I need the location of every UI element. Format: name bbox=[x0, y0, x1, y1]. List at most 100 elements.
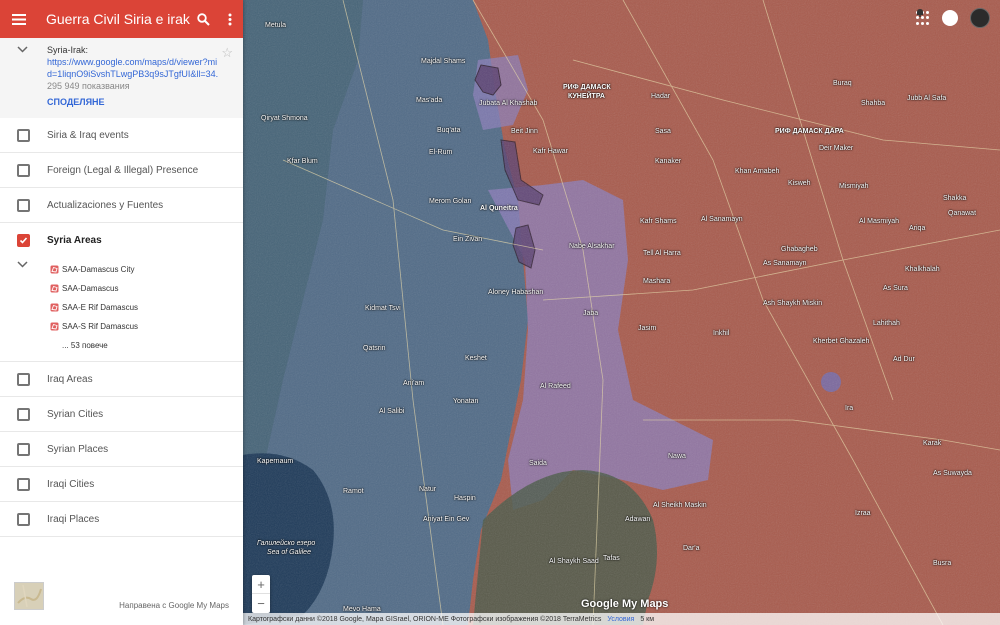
map-label: Kanaker bbox=[655, 158, 682, 165]
layer-checkbox[interactable] bbox=[17, 478, 30, 491]
header-bar: Guerra Civil Siria e irak bbox=[0, 0, 243, 38]
map-label: Izraa bbox=[855, 510, 871, 517]
layer-iraqi-cities[interactable]: Iraqi Cities bbox=[0, 467, 243, 502]
layer-iraq-areas[interactable]: Iraq Areas bbox=[0, 362, 243, 397]
map-label: Ghabagheb bbox=[781, 246, 818, 253]
layer-label: Syria Areas bbox=[47, 235, 102, 246]
map-label: Yonatan bbox=[453, 398, 479, 405]
notifications-bell-icon[interactable] bbox=[917, 9, 958, 26]
layer-label: Syrian Places bbox=[47, 443, 109, 455]
map-label: Ramot bbox=[343, 488, 364, 495]
map-label: Kherbet Ghazaleh bbox=[813, 338, 870, 345]
layer-label: Iraq Areas bbox=[47, 373, 93, 385]
zoom-out-button[interactable]: − bbox=[252, 594, 270, 613]
layer-checkbox[interactable] bbox=[17, 443, 30, 456]
map-label: РИФ ДАМАСК bbox=[563, 84, 611, 91]
map-label: Ani'am bbox=[403, 380, 425, 387]
layer-label: Iraqi Places bbox=[47, 513, 100, 525]
menu-button[interactable] bbox=[0, 0, 38, 38]
search-button[interactable] bbox=[190, 0, 217, 38]
map-label: Hadar bbox=[651, 93, 671, 100]
map-label: Ad Dur bbox=[893, 356, 915, 363]
layer-checkbox[interactable] bbox=[17, 199, 30, 212]
layer-iraqi-places[interactable]: Iraqi Places bbox=[0, 502, 243, 537]
map-label: Jubata Al Khashab bbox=[479, 100, 538, 107]
show-more-link[interactable]: ... 53 повече bbox=[0, 336, 243, 355]
map-description-name: Syria-Irak: bbox=[47, 45, 89, 55]
map-label: Sasa bbox=[655, 128, 671, 135]
polygon-icon bbox=[50, 265, 59, 274]
map-info-section: ☆ Syria-Irak: https://www.google.com/map… bbox=[0, 38, 243, 118]
map-label: Metula bbox=[265, 22, 287, 29]
map-label: Saida bbox=[529, 460, 547, 467]
syria-areas-items: SAA-Damascus City SAA-Damascus SAA-E Rif… bbox=[0, 258, 243, 362]
app-root: Guerra Civil Siria e irak ☆ Syria-Irak: … bbox=[0, 0, 1000, 625]
star-icon[interactable]: ☆ bbox=[221, 45, 233, 61]
map-label: Natur bbox=[419, 486, 437, 493]
map-label: Jaba bbox=[583, 310, 599, 317]
map-attribution-bar: Картографски данни ©2018 Google, Mapa GI… bbox=[243, 613, 1000, 625]
layer-syrian-cities[interactable]: Syrian Cities bbox=[0, 397, 243, 432]
layer-checkbox[interactable] bbox=[17, 408, 30, 421]
map-label: Haspin bbox=[454, 495, 476, 502]
list-item[interactable]: SAA-Damascus bbox=[0, 279, 243, 298]
map-label: Al Masmiyah bbox=[859, 218, 900, 225]
map-label: Kfar Blum bbox=[287, 158, 318, 165]
map-label: Mevo Hama bbox=[343, 606, 381, 613]
hamburger-icon bbox=[11, 13, 26, 25]
map-label: Nabe Alsakhar bbox=[569, 243, 615, 250]
user-avatar[interactable] bbox=[970, 8, 990, 28]
made-with-credit[interactable]: Направена с Google My Maps bbox=[119, 601, 229, 610]
map-label: Галилейско езеро bbox=[257, 540, 316, 547]
expand-chevron-icon[interactable] bbox=[17, 261, 28, 268]
map-label: Jasim bbox=[638, 325, 657, 332]
map-label: Busra bbox=[933, 560, 952, 567]
more-options-button[interactable] bbox=[216, 0, 243, 38]
layer-siria-iraq-events[interactable]: Siria & Iraq events bbox=[0, 118, 243, 153]
map-label: Beit Jinn bbox=[511, 128, 538, 135]
terms-link[interactable]: Условия bbox=[607, 616, 634, 623]
map-label: Sea of Galilee bbox=[267, 549, 311, 556]
layer-syria-areas[interactable]: Syria Areas bbox=[0, 223, 243, 258]
layer-checkbox[interactable] bbox=[17, 129, 30, 142]
list-item[interactable]: SAA-Damascus City bbox=[0, 260, 243, 279]
map-label: КУНЕЙТРА bbox=[568, 93, 605, 100]
zoom-in-button[interactable]: + bbox=[252, 575, 270, 594]
list-item-label: SAA-Damascus City bbox=[62, 265, 135, 274]
layer-checkbox[interactable] bbox=[17, 513, 30, 526]
share-button[interactable]: СПОДЕЛЯНЕ bbox=[47, 96, 235, 108]
map-label: Lahithah bbox=[873, 320, 900, 327]
map-label: Qanawat bbox=[948, 210, 977, 217]
base-map-thumbnail[interactable] bbox=[14, 582, 44, 610]
list-item-label: SAA-E Rif Damascus bbox=[62, 303, 139, 312]
map-label: Kisweh bbox=[788, 180, 811, 187]
map-label: Qatsrin bbox=[363, 345, 386, 352]
map-label: Jubb Al Safa bbox=[907, 95, 947, 102]
map-description-link[interactable]: https://www.google.com/maps/d/viewer?mid… bbox=[47, 56, 219, 80]
layer-checkbox[interactable] bbox=[17, 164, 30, 177]
search-icon bbox=[196, 12, 210, 26]
map-label: РИФ ДАМАСК ДАРА bbox=[775, 128, 844, 135]
map-label: Buraq bbox=[833, 80, 852, 87]
list-item[interactable]: SAA-S Rif Damascus bbox=[0, 317, 243, 336]
collapse-chevron-icon[interactable] bbox=[17, 46, 28, 53]
map-label: Keshet bbox=[465, 355, 487, 362]
list-item[interactable]: SAA-E Rif Damascus bbox=[0, 298, 243, 317]
polygon-icon bbox=[50, 303, 59, 312]
map-label: Mas'ada bbox=[416, 97, 443, 104]
map-canvas[interactable]: Metula Majdal Shams Qiryat Shmona Kfar B… bbox=[243, 0, 1000, 625]
map-label: Al Sheikh Maskin bbox=[653, 502, 707, 509]
map-label: Ira bbox=[845, 405, 854, 412]
more-vert-icon bbox=[228, 13, 232, 25]
map-label: Tafas bbox=[603, 555, 620, 562]
layer-label: Foreign (Legal & Illegal) Presence bbox=[47, 164, 199, 176]
layer-checkbox-checked[interactable] bbox=[17, 234, 30, 247]
map-label: As Suwayda bbox=[933, 470, 972, 477]
layer-checkbox[interactable] bbox=[17, 373, 30, 386]
map-label: El-Rum bbox=[429, 149, 453, 156]
layer-actualizaciones[interactable]: Actualizaciones y Fuentes bbox=[0, 188, 243, 223]
layer-syrian-places[interactable]: Syrian Places bbox=[0, 432, 243, 467]
map-label: Mismiyah bbox=[839, 183, 869, 190]
layer-foreign-presence[interactable]: Foreign (Legal & Illegal) Presence bbox=[0, 153, 243, 188]
map-label: Shahba bbox=[861, 100, 886, 107]
